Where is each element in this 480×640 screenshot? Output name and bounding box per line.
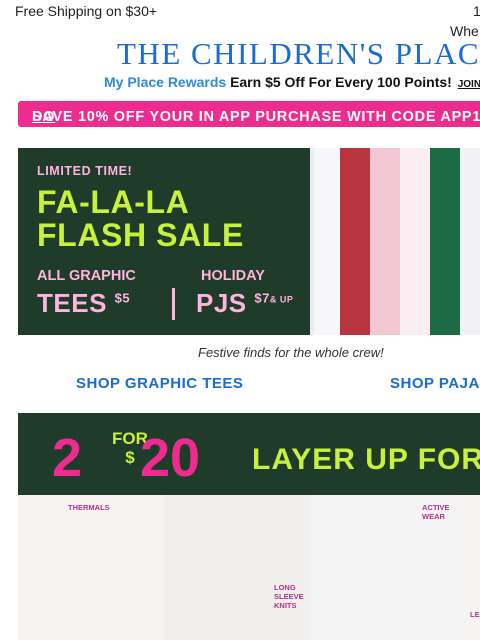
edge-label: LE	[470, 610, 480, 619]
flash-sale-headline: FA-LA-LA FLASH SALE	[37, 186, 244, 252]
long-sleeve-label: LONG SLEEVE KNITS	[274, 583, 304, 610]
flash-sale-tagline: Festive finds for the whole crew!	[198, 345, 384, 360]
limited-time-label: LIMITED TIME!	[37, 164, 133, 178]
long-sleeve-knits-photo: LONG SLEEVE KNITS	[164, 495, 310, 640]
flash-sale-banner[interactable]: LIMITED TIME! FA-LA-LA FLASH SALE ALL GR…	[18, 148, 480, 335]
layer-up-headline: LAYER UP FOR	[252, 443, 480, 476]
tees-text: TEES	[37, 288, 107, 318]
flash-sale-text-panel: LIMITED TIME! FA-LA-LA FLASH SALE ALL GR…	[18, 148, 310, 335]
layer-up-header: 2 FOR $ 20 LAYER UP FOR	[18, 413, 480, 495]
pajamas-photo	[310, 148, 480, 335]
top-right-text: 1	[473, 3, 480, 19]
offer-divider	[172, 288, 175, 320]
pjs-text: PJS	[196, 288, 247, 318]
tees-price: $5	[114, 290, 131, 306]
deal-dollar: $	[125, 448, 135, 467]
promo-code-banner[interactable]: SAVE 10% OFF YOUR IN APP PURCHASE WITH C…	[18, 101, 480, 127]
pjs-price: $7	[254, 290, 270, 306]
brand-logo[interactable]: THE CHILDREN'S PLAC	[117, 36, 480, 72]
promo-details-link[interactable]: DO	[32, 109, 55, 125]
pajama-red-plaid	[340, 148, 370, 335]
tees-label: ALL GRAPHIC	[37, 268, 136, 284]
layer-up-banner[interactable]: 2 FOR $ 20 LAYER UP FOR THERMALS LONG SLE…	[18, 413, 480, 640]
top-bar: Free Shipping on $30+ 1	[0, 0, 480, 24]
active-wear-label: ACTIVE WEAR	[422, 503, 450, 521]
headline-line-2: FLASH SALE	[37, 217, 244, 253]
rewards-program-name: My Place Rewards	[104, 74, 227, 90]
promo-message: SAVE 10% OFF YOUR IN APP PURCHASE WITH C…	[32, 109, 480, 125]
edge-photo: LE	[456, 495, 480, 640]
free-shipping-text: Free Shipping on $30+	[15, 3, 158, 19]
tees-offer: TEES $5	[37, 288, 130, 319]
headline-line-1: FA-LA-LA	[37, 184, 190, 220]
pajama-green-print	[430, 148, 460, 335]
pajama-pink-fleece	[370, 148, 400, 335]
rewards-offer-text: Earn $5 Off For Every 100 Points!	[230, 74, 452, 90]
join-link[interactable]: JOIN	[458, 79, 480, 90]
deal-price: 20	[140, 428, 201, 488]
deal-quantity: 2	[52, 428, 83, 488]
pajama-white-print	[314, 148, 340, 335]
pajama-bow-print	[400, 148, 430, 335]
pjs-offer: PJS $7& UP	[196, 288, 293, 319]
rewards-bar: My Place Rewards Earn $5 Off For Every 1…	[104, 74, 480, 90]
thermals-photo: THERMALS	[18, 495, 164, 640]
pajama-santa-print	[460, 148, 480, 335]
shop-graphic-tees-link[interactable]: SHOP GRAPHIC TEES	[76, 375, 243, 392]
active-wear-photo: ACTIVE WEAR	[310, 495, 456, 640]
shop-pajamas-link[interactable]: SHOP PAJA	[390, 375, 480, 392]
pjs-label: HOLIDAY	[201, 268, 265, 284]
pjs-suffix: & UP	[269, 294, 294, 305]
thermals-label: THERMALS	[68, 503, 110, 512]
